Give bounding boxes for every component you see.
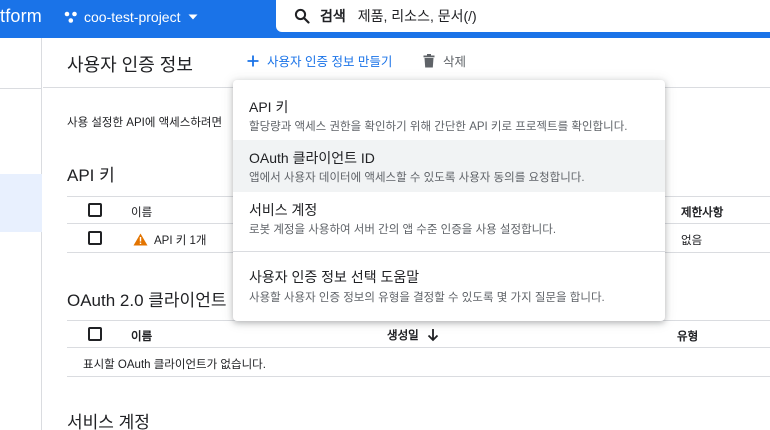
delete-button[interactable]: 삭제 [423,51,466,70]
service-accounts-title: 서비스 계정 [67,413,150,430]
create-credentials-menu: API 키 할당량과 액세스 권한을 확인하기 위해 간단한 API 키로 프로… [233,80,665,321]
plus-icon [247,55,259,66]
menu-item-description: 사용할 사용자 인증 정보의 유형을 결정할 수 있도록 몇 가지 질문을 합니… [249,292,605,304]
column-header-created[interactable]: 생성일 [387,327,439,343]
intro-text: 사용 설정한 API에 액세스하려면 [67,117,223,129]
row-checkbox[interactable] [88,231,102,245]
menu-item-api-key[interactable]: API 키 할당량과 액세스 권한을 확인하기 위해 간단한 API 키로 프로… [233,86,665,140]
api-key-name[interactable]: API 키 1개 [133,232,206,248]
menu-item-title: API 키 [249,99,289,115]
menu-item-description: 앱에서 사용자 데이터에 액세스할 수 있도록 사용자 동의를 요청합니다. [249,172,585,184]
oauth-title: OAuth 2.0 클라이언트 [67,291,227,310]
menu-item-description: 할당량과 액세스 권한을 확인하기 위해 간단한 API 키로 프로젝트를 확인… [249,121,628,133]
sidebar-divider [0,88,42,89]
trash-icon [423,53,435,67]
create-credentials-label: 사용자 인증 정보 만들기 [267,55,393,69]
brand-name[interactable]: tform [0,6,42,27]
left-nav [0,38,42,430]
search-label: 검색 [320,8,346,24]
oauth-empty-row: 표시할 OAuth 클라이언트가 없습니다. [67,349,770,377]
menu-item-title: 서비스 계정 [249,202,318,218]
sidebar-item-credentials[interactable] [0,174,42,232]
warning-icon [133,233,148,246]
project-selector[interactable]: coo-test-project [64,0,200,34]
delete-label: 삭제 [443,55,467,69]
column-header-created-label: 생성일 [387,330,419,342]
menu-item-help-me-choose[interactable]: 사용자 인증 정보 선택 도움말 사용할 사용자 인증 정보의 유형을 결정할 … [233,258,665,316]
search-icon [294,8,310,24]
create-credentials-button[interactable]: 사용자 인증 정보 만들기 [247,51,392,70]
api-key-restrictions: 없음 [681,235,703,247]
project-name: coo-test-project [84,9,181,25]
column-header-name[interactable]: 이름 [131,328,152,344]
search-input[interactable] [357,8,658,24]
top-bar: tform coo-test-project 검색 [0,0,770,38]
page-title: 사용자 인증 정보 [67,55,193,75]
menu-item-oauth-client-id[interactable]: OAuth 클라이언트 ID 앱에서 사용자 데이터에 액세스할 수 있도록 사… [233,140,665,192]
menu-item-description: 로봇 계정을 사용하여 서버 간의 앱 수준 인증을 사용 설정합니다. [249,224,557,236]
menu-divider [233,251,665,252]
menu-item-title: 사용자 인증 정보 선택 도움말 [249,269,420,285]
menu-item-title: OAuth 클라이언트 ID [249,150,375,166]
select-all-checkbox[interactable] [88,327,102,341]
project-hierarchy-icon [64,11,77,23]
api-key-name-label: API 키 1개 [154,235,207,247]
menu-item-service-account[interactable]: 서비스 계정 로봇 계정을 사용하여 서버 간의 앱 수준 인증을 사용 설정합… [233,192,665,244]
api-keys-title: API 키 [67,166,115,185]
select-all-checkbox[interactable] [88,203,102,217]
arrow-down-icon [427,329,438,342]
search-bar[interactable]: 검색 [276,0,770,32]
chevron-down-icon [188,14,198,20]
column-header-name: 이름 [131,207,153,219]
oauth-empty-text: 표시할 OAuth 클라이언트가 없습니다. [83,359,266,371]
oauth-table-header: 이름 생성일 유형 [67,320,770,348]
column-header-type[interactable]: 유형 [677,328,698,344]
column-header-restrictions[interactable]: 제한사항 [681,204,723,220]
